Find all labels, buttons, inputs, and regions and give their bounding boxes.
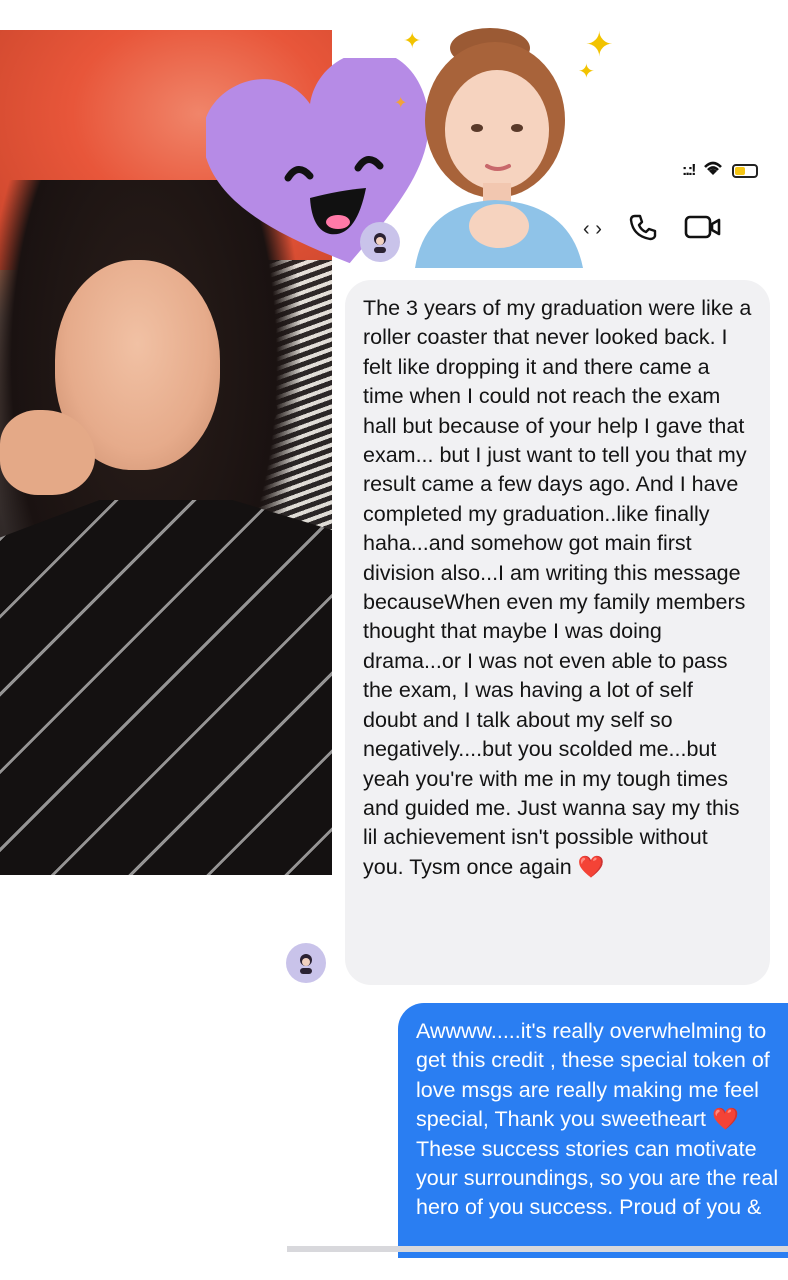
memoji-hands xyxy=(469,204,529,248)
contact-avatar[interactable] xyxy=(286,943,326,983)
memoji-girl-sticker xyxy=(415,28,583,268)
video-call-icon[interactable] xyxy=(684,213,722,246)
status-bar: :.:! xyxy=(682,158,788,184)
chat-header-actions: ‹ › xyxy=(583,212,722,247)
incoming-message-body: The 3 years of my graduation were like a… xyxy=(363,296,752,879)
photo-outfit xyxy=(0,500,332,875)
memoji-left-eye xyxy=(471,124,483,132)
outgoing-message-text: Awwww.....it's really overwhelming to ge… xyxy=(416,1017,788,1223)
chevron-icon[interactable]: ‹ › xyxy=(583,218,602,241)
outgoing-message-part-2: These success stories can motivate your … xyxy=(416,1136,779,1220)
wifi-icon xyxy=(702,159,724,183)
memoji-right-eye xyxy=(511,124,523,132)
incoming-message-bubble[interactable]: The 3 years of my graduation were like a… xyxy=(345,280,770,985)
bottom-divider xyxy=(287,1246,788,1252)
signal-icon: :.:! xyxy=(682,162,697,179)
phone-icon[interactable] xyxy=(628,212,658,247)
outgoing-message-bubble[interactable]: Awwww.....it's really overwhelming to ge… xyxy=(398,1003,788,1258)
heart-emoji-icon: ❤️ xyxy=(577,854,605,879)
incoming-message-text: The 3 years of my graduation were like a… xyxy=(363,294,752,882)
memoji-face xyxy=(445,70,549,190)
contact-avatar[interactable] xyxy=(360,222,400,262)
heart-emoji-icon: ❤️ xyxy=(712,1107,739,1132)
battery-icon xyxy=(732,164,759,178)
heart-tongue xyxy=(326,215,350,229)
